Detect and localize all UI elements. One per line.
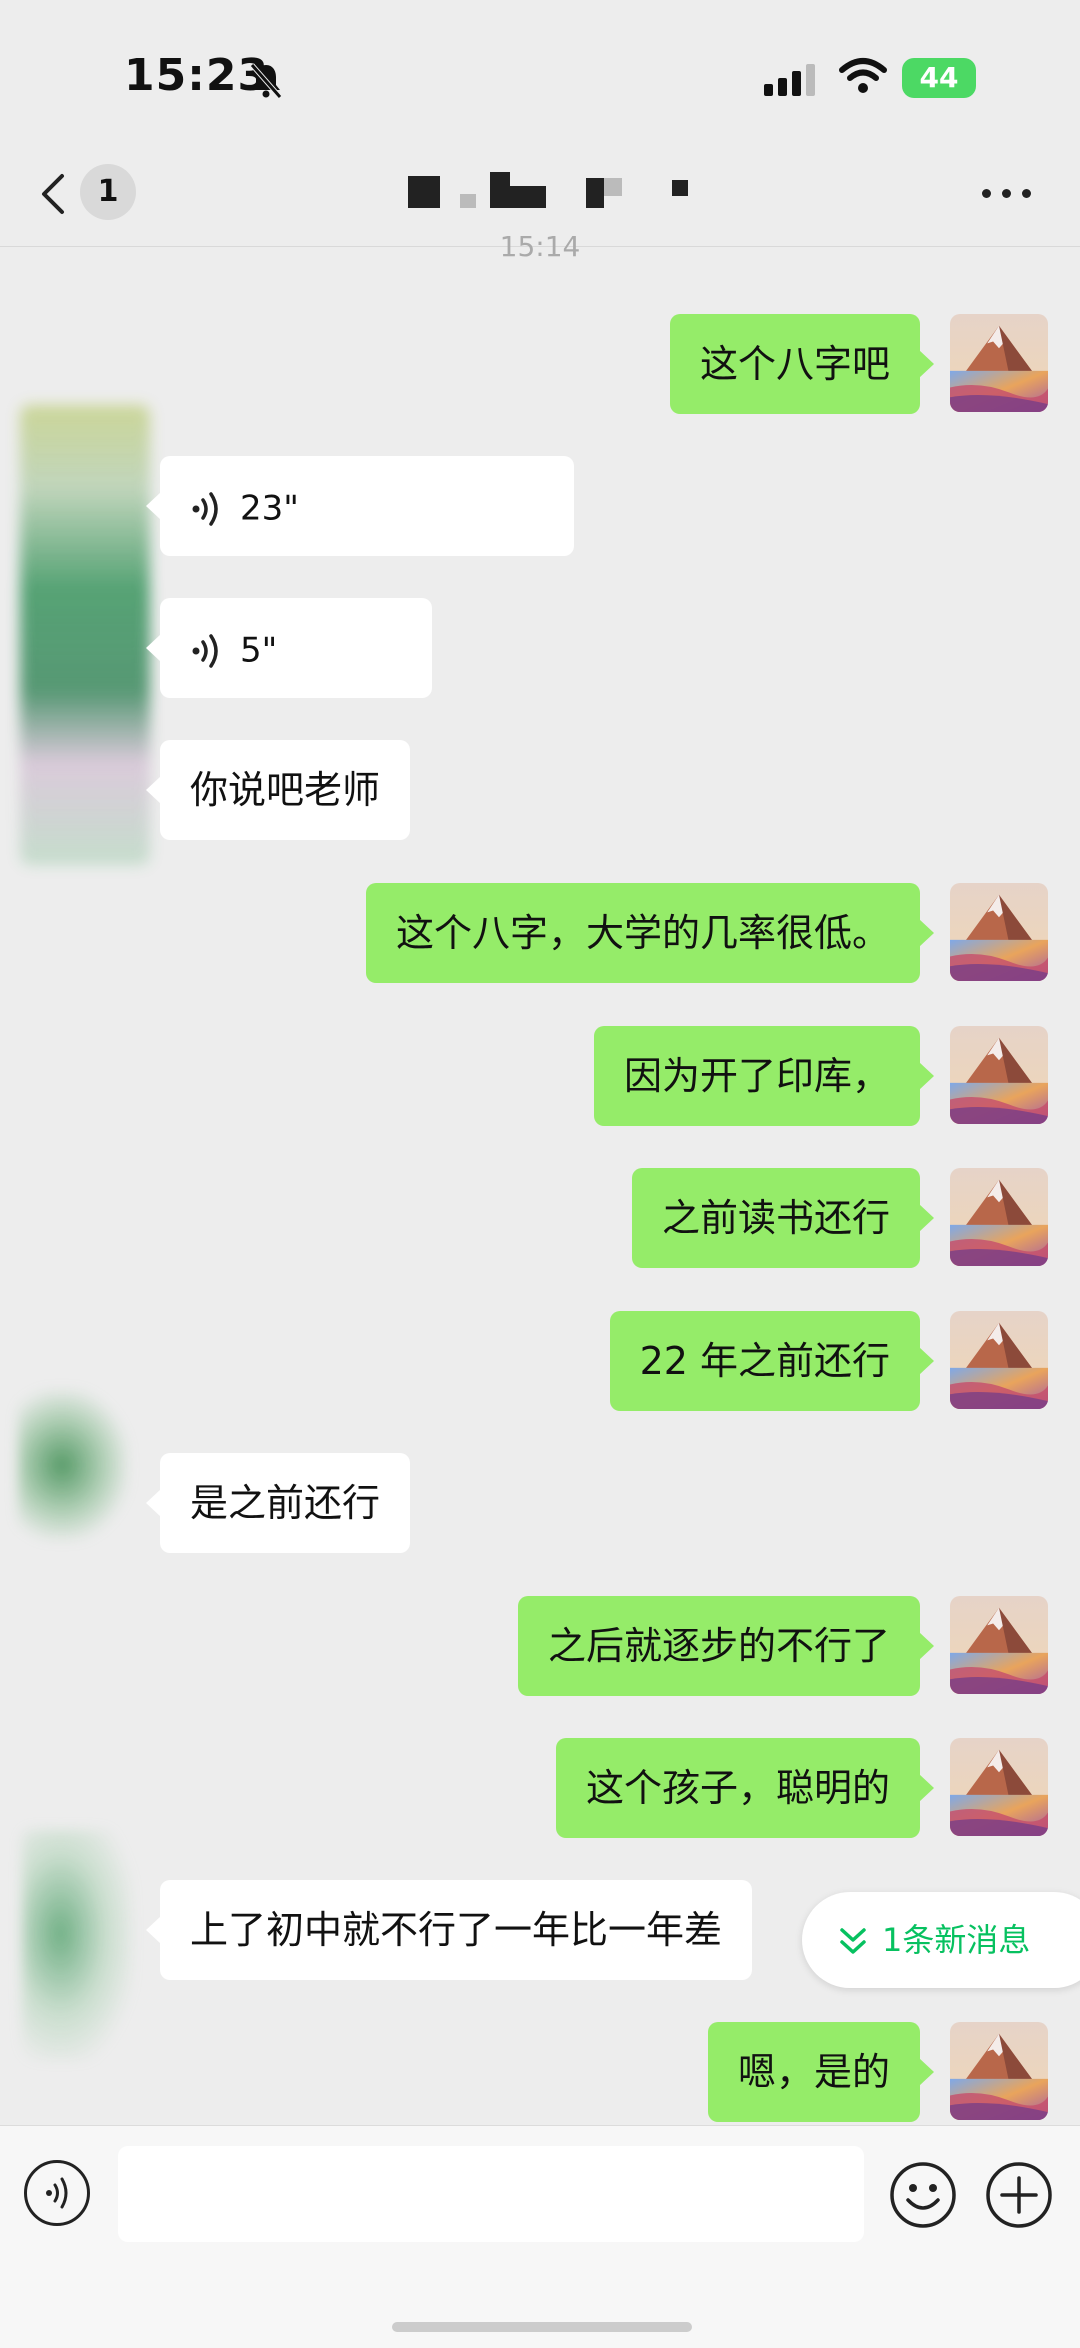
battery-indicator: 44: [902, 58, 976, 98]
unread-count-badge[interactable]: 1: [80, 164, 136, 220]
bell-muted-icon: [250, 63, 282, 99]
sent-message[interactable]: 之后就逐步的不行了: [517, 1596, 935, 1696]
voice-duration: 5": [240, 630, 278, 671]
message-timestamp: 15:14: [499, 230, 581, 263]
voice-message[interactable]: 5": [146, 598, 432, 698]
my-avatar[interactable]: [950, 1596, 1048, 1694]
voice-input-toggle[interactable]: [24, 2160, 90, 2226]
my-avatar[interactable]: [950, 1168, 1048, 1266]
new-message-label: 1条新消息: [882, 1921, 1031, 1959]
voice-duration: 23": [240, 488, 299, 529]
sent-message[interactable]: 这个孩子，聪明的: [555, 1738, 935, 1838]
sent-message[interactable]: 因为开了印库，: [593, 1026, 935, 1126]
new-message-pill[interactable]: 1条新消息: [802, 1892, 1080, 1988]
my-avatar[interactable]: [950, 314, 1048, 412]
chat-title-redacted: [408, 172, 688, 212]
contact-avatar[interactable]: [22, 1830, 132, 2060]
voice-message[interactable]: 23": [146, 456, 574, 556]
received-message[interactable]: 你说吧老师: [145, 740, 411, 840]
cellular-signal-icon: [764, 64, 820, 96]
sent-message[interactable]: 这个八字，大学的几率很低。: [365, 883, 935, 983]
plus-icon[interactable]: [984, 2160, 1054, 2230]
double-chevron-down-icon: [840, 1928, 866, 1954]
received-message[interactable]: 上了初中就不行了一年比一年差: [145, 1880, 753, 1980]
my-avatar[interactable]: [950, 883, 1048, 981]
message-input[interactable]: [118, 2146, 864, 2242]
emoji-icon[interactable]: [888, 2160, 958, 2230]
sent-message[interactable]: 之前读书还行: [631, 1168, 935, 1268]
contact-avatar[interactable]: [18, 1390, 128, 1540]
back-chevron-icon[interactable]: [38, 172, 68, 216]
voice-wave-icon: [192, 491, 218, 526]
contact-avatar[interactable]: [20, 405, 150, 865]
sent-message[interactable]: 这个八字吧: [669, 314, 935, 414]
my-avatar[interactable]: [950, 1311, 1048, 1409]
received-message[interactable]: 是之前还行: [145, 1453, 411, 1553]
voice-wave-icon: [46, 2177, 68, 2209]
sent-message[interactable]: 22 年之前还行: [609, 1311, 935, 1411]
sent-message[interactable]: 嗯，是的: [707, 2022, 935, 2122]
my-avatar[interactable]: [950, 2022, 1048, 2120]
more-options-icon[interactable]: [982, 186, 1032, 200]
voice-wave-icon: [192, 633, 218, 668]
wifi-icon: [839, 58, 887, 93]
home-indicator: [392, 2322, 692, 2332]
my-avatar[interactable]: [950, 1738, 1048, 1836]
my-avatar[interactable]: [950, 1026, 1048, 1124]
